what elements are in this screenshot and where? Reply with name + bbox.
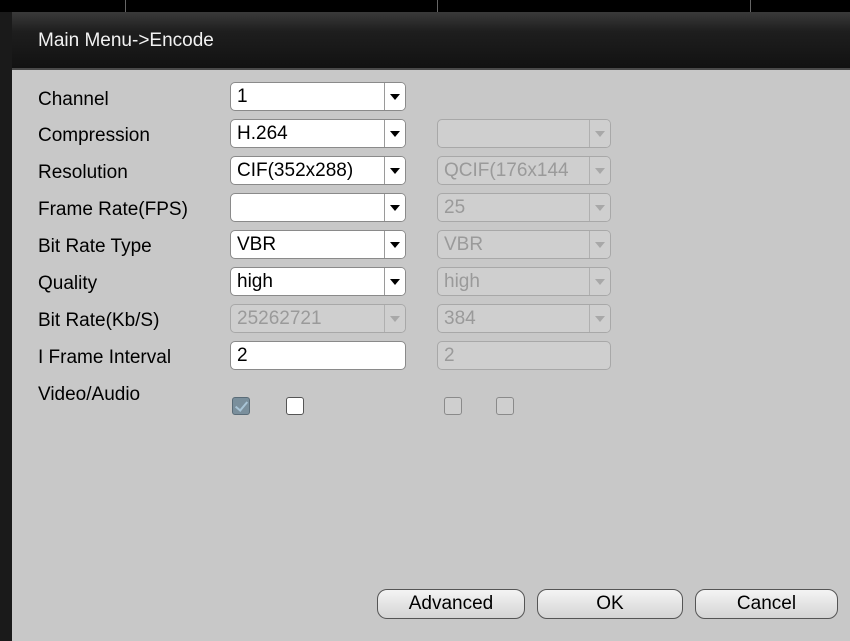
chevron-down-icon[interactable]: [589, 231, 610, 258]
resolution-select[interactable]: CIF(352x288): [230, 156, 406, 185]
extra-quality-select[interactable]: high: [437, 267, 611, 296]
bit-rate-label: Bit Rate(Kb/S): [38, 310, 160, 331]
chevron-down-icon[interactable]: [589, 120, 610, 147]
channel-select[interactable]: 1: [230, 82, 406, 111]
extra-bit-rate-type-value: VBR: [444, 234, 484, 255]
chevron-down-icon[interactable]: [384, 157, 405, 184]
channel-value: 1: [237, 86, 248, 107]
extra-bit-rate-type-select[interactable]: VBR: [437, 230, 611, 259]
bit-rate-type-label: Bit Rate Type: [38, 236, 152, 257]
divider: [750, 0, 751, 12]
bit-rate-select[interactable]: 25262721: [230, 304, 406, 333]
title-bar: Main Menu->Encode: [12, 12, 850, 70]
chevron-down-icon[interactable]: [589, 194, 610, 221]
chevron-down-icon[interactable]: [384, 120, 405, 147]
extra-frame-rate-value: 25: [444, 197, 466, 218]
top-border: [0, 0, 850, 12]
chevron-down-icon[interactable]: [384, 268, 405, 295]
cancel-button[interactable]: Cancel: [695, 589, 838, 619]
extra-audio-checkbox[interactable]: [496, 397, 514, 415]
resolution-value: CIF(352x288): [237, 160, 354, 181]
bit-rate-type-value: VBR: [237, 234, 277, 255]
extra-compression-select[interactable]: [437, 119, 611, 148]
compression-select[interactable]: H.264: [230, 119, 406, 148]
bit-rate-type-select[interactable]: VBR: [230, 230, 406, 259]
chevron-down-icon[interactable]: [384, 305, 405, 332]
extra-bit-rate-select[interactable]: 384: [437, 304, 611, 333]
compression-value: H.264: [237, 123, 288, 144]
bit-rate-value: 25262721: [237, 308, 322, 329]
advanced-button[interactable]: Advanced: [377, 589, 525, 619]
quality-label: Quality: [38, 273, 98, 294]
chevron-down-icon[interactable]: [589, 157, 610, 184]
audio-checkbox[interactable]: [286, 397, 304, 415]
quality-select[interactable]: high: [230, 267, 406, 296]
video-checkbox[interactable]: [232, 397, 250, 415]
video-audio-label: Video/Audio: [38, 384, 141, 405]
ok-button[interactable]: OK: [537, 589, 683, 619]
chevron-down-icon[interactable]: [384, 83, 405, 110]
chevron-down-icon[interactable]: [589, 305, 610, 332]
chevron-down-icon[interactable]: [384, 194, 405, 221]
extra-video-checkbox[interactable]: [444, 397, 462, 415]
i-frame-interval-value: 2: [237, 345, 248, 366]
extra-frame-rate-select[interactable]: 25: [437, 193, 611, 222]
extra-bit-rate-value: 384: [444, 308, 476, 329]
extra-resolution-select[interactable]: QCIF(176x144: [437, 156, 611, 185]
quality-value: high: [237, 271, 273, 292]
i-frame-interval-input[interactable]: 2: [230, 341, 406, 370]
resolution-label: Resolution: [38, 162, 128, 183]
divider: [125, 0, 126, 12]
extra-resolution-value: QCIF(176x144: [444, 160, 569, 181]
frame-rate-select[interactable]: [230, 193, 406, 222]
frame-rate-label: Frame Rate(FPS): [38, 199, 188, 220]
window-title: Main Menu->Encode: [38, 30, 214, 51]
extra-i-frame-interval-value: 2: [444, 345, 455, 366]
chevron-down-icon[interactable]: [384, 231, 405, 258]
extra-i-frame-interval-input[interactable]: 2: [437, 341, 611, 370]
encode-dialog: Main Menu->Encode Channel Compression Re…: [12, 12, 850, 641]
compression-label: Compression: [38, 125, 150, 146]
chevron-down-icon[interactable]: [589, 268, 610, 295]
background-strip: [0, 12, 12, 641]
channel-label: Channel: [38, 89, 109, 110]
divider: [437, 0, 438, 12]
extra-quality-value: high: [444, 271, 480, 292]
i-frame-interval-label: I Frame Interval: [38, 347, 172, 368]
